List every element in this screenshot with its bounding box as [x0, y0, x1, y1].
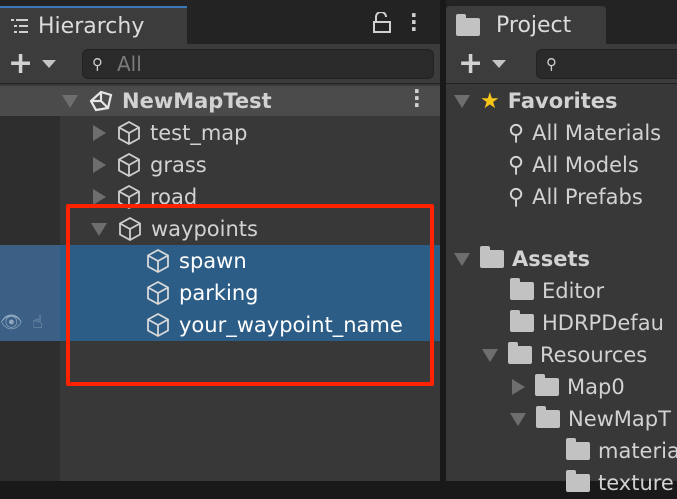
tab-label: Hierarchy — [38, 13, 145, 39]
expand-arrow-icon[interactable] — [512, 379, 525, 395]
folder-editor[interactable]: Editor — [510, 275, 604, 307]
folder-textures[interactable]: texture — [566, 467, 674, 499]
search-icon: ⚲ — [508, 184, 525, 210]
item-label: Editor — [542, 279, 605, 303]
scene-menu-icon[interactable]: · · · — [413, 81, 421, 115]
folder-materials[interactable]: materia — [566, 435, 677, 467]
folder-icon — [510, 310, 534, 332]
folder-icon — [566, 470, 590, 492]
search-icon: ⚲ — [508, 152, 525, 178]
search-icon: ⚲ — [546, 55, 557, 73]
hierarchy-panel: Hierarchy · · · + ⚲ All NewMapTest · · · 👁 ☝… — [0, 0, 440, 481]
expand-arrow-icon[interactable] — [93, 189, 106, 205]
tab-hierarchy[interactable]: Hierarchy — [0, 8, 187, 44]
hierarchy-toolbar: + ⚲ All — [0, 44, 440, 84]
scene-row[interactable]: NewMapTest · · · — [0, 81, 440, 116]
search-icon: ⚲ — [92, 55, 103, 73]
item-label: test_map — [150, 121, 248, 145]
expand-arrow-icon[interactable] — [93, 125, 106, 141]
open-folder-icon — [480, 246, 504, 268]
folder-map0[interactable]: Map0 — [512, 371, 625, 403]
item-label: All Materials — [532, 121, 662, 145]
hierarchy-search-input[interactable]: ⚲ All — [82, 49, 434, 79]
more-menu-icon[interactable]: · · · — [410, 5, 418, 39]
item-label: HDRPDefau — [542, 311, 664, 335]
open-folder-icon — [536, 406, 560, 428]
scene-name: NewMapTest — [122, 89, 272, 113]
collapse-arrow-icon[interactable] — [482, 348, 498, 362]
unity-scene-icon — [89, 90, 113, 112]
expand-arrow-icon[interactable] — [62, 94, 78, 108]
assets-label: Assets — [512, 247, 591, 271]
add-icon[interactable]: + — [458, 49, 483, 79]
favorites-label: Favorites — [507, 89, 618, 113]
lock-icon[interactable] — [372, 12, 392, 34]
list-icon — [11, 19, 28, 33]
project-search-input[interactable]: ⚲ — [536, 49, 677, 79]
open-folder-icon — [508, 342, 532, 364]
search-placeholder: All — [117, 52, 142, 76]
tab-project[interactable]: Project — [446, 6, 606, 44]
item-label: Resources — [540, 343, 648, 367]
visibility-eye-icon[interactable]: 👁 — [0, 312, 23, 333]
folder-resources[interactable]: Resources — [482, 339, 647, 371]
expand-arrow-icon[interactable] — [93, 157, 106, 173]
collapse-arrow-icon[interactable] — [510, 412, 526, 426]
favorites-header[interactable]: ★ Favorites — [454, 85, 617, 117]
favorite-all-models[interactable]: ⚲ All Models — [508, 149, 639, 181]
gameobject-cube-icon — [118, 152, 140, 178]
favorite-all-materials[interactable]: ⚲ All Materials — [508, 117, 661, 149]
favorite-all-prefabs[interactable]: ⚲ All Prefabs — [508, 181, 643, 213]
tree-item-test-map[interactable]: test_map — [93, 117, 247, 149]
add-dropdown-caret-icon[interactable] — [42, 60, 56, 68]
item-label: All Prefabs — [532, 185, 643, 209]
item-label: All Models — [532, 153, 639, 177]
tree-item-grass[interactable]: grass — [93, 149, 207, 181]
item-label: Map0 — [567, 375, 625, 399]
project-toolbar: + ⚲ — [446, 44, 677, 84]
search-icon: ⚲ — [508, 120, 525, 146]
item-label: texture — [598, 471, 674, 495]
item-label: materia — [598, 439, 677, 463]
add-dropdown-caret-icon[interactable] — [492, 60, 506, 68]
collapse-arrow-icon[interactable] — [454, 94, 470, 108]
item-label: grass — [150, 153, 207, 177]
folder-hdrpdefault[interactable]: HDRPDefau — [510, 307, 664, 339]
folder-newmaptest[interactable]: NewMapT — [510, 403, 671, 435]
item-label: NewMapT — [568, 407, 671, 431]
folder-icon — [535, 374, 559, 396]
favorite-star-icon: ★ — [480, 88, 500, 114]
assets-header[interactable]: Assets — [454, 243, 590, 275]
collapse-arrow-icon[interactable] — [454, 252, 470, 266]
gameobject-cube-icon — [118, 120, 140, 146]
project-panel: Project + ⚲ ★ Favorites ⚲ All Materials ⚲ A… — [446, 0, 677, 495]
highlight-box — [66, 204, 434, 386]
add-icon[interactable]: + — [8, 49, 33, 79]
folder-icon — [566, 438, 590, 460]
tab-label: Project — [496, 12, 572, 38]
folder-icon — [510, 278, 534, 300]
pickable-hand-icon[interactable]: ☝ — [32, 312, 43, 333]
folder-icon — [456, 14, 480, 36]
